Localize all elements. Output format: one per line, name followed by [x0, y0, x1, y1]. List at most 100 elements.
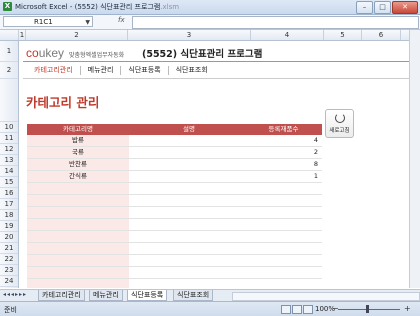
cell-product-count[interactable]: [249, 267, 322, 278]
tab-menu[interactable]: 메뉴관리: [89, 290, 123, 301]
table-row: 국류 2: [27, 147, 322, 159]
row-header[interactable]: 24: [0, 276, 18, 287]
tab-view[interactable]: 식단표조회: [173, 290, 214, 301]
row-header[interactable]: 19: [0, 221, 18, 232]
cell-product-count[interactable]: [249, 231, 322, 242]
row-header[interactable]: 17: [0, 199, 18, 210]
menu-item-menu[interactable]: 메뉴관리: [81, 66, 122, 75]
zoom-slider-knob[interactable]: [366, 305, 369, 313]
cell-category-name[interactable]: 밥류: [27, 135, 129, 146]
row-header[interactable]: 15: [0, 177, 18, 188]
tab-navigation-icon[interactable]: ◂◂◂▸▸▸: [3, 291, 27, 298]
name-box[interactable]: R1C1 ▼: [3, 16, 93, 27]
cell-category-name[interactable]: [27, 219, 129, 230]
cell-description[interactable]: [129, 195, 249, 206]
cell-category-name[interactable]: [27, 267, 129, 278]
table-header: 카테고리명 설명 등록재품수: [27, 124, 322, 135]
cell-category-name[interactable]: [27, 279, 129, 288]
menu-item-view[interactable]: 식단표조회: [169, 66, 215, 75]
cell-description[interactable]: [129, 243, 249, 254]
cell-category-name[interactable]: [27, 231, 129, 242]
column-header[interactable]: 5: [324, 30, 362, 40]
cell-product-count[interactable]: [249, 183, 322, 194]
cell-description[interactable]: [129, 159, 249, 170]
cell-product-count[interactable]: 8: [249, 159, 322, 170]
column-header[interactable]: 1: [19, 30, 26, 40]
maximize-button[interactable]: □: [374, 1, 391, 14]
cell-description[interactable]: [129, 255, 249, 266]
cell-product-count[interactable]: [249, 207, 322, 218]
column-header[interactable]: 6: [362, 30, 401, 40]
cell-product-count[interactable]: 4: [249, 135, 322, 146]
table-row: [27, 279, 322, 288]
row-header[interactable]: 11: [0, 133, 18, 144]
row-header[interactable]: 14: [0, 166, 18, 177]
divider: [23, 78, 409, 79]
cell-description[interactable]: [129, 267, 249, 278]
minimize-button[interactable]: –: [356, 1, 373, 14]
select-all-corner[interactable]: [0, 30, 19, 40]
refresh-button[interactable]: 새로고침: [325, 109, 354, 138]
row-header[interactable]: 18: [0, 210, 18, 221]
row-header[interactable]: 16: [0, 188, 18, 199]
cell-category-name[interactable]: [27, 183, 129, 194]
cell-product-count[interactable]: [249, 255, 322, 266]
normal-view-icon[interactable]: [281, 305, 291, 314]
cell-description[interactable]: [129, 279, 249, 288]
fx-icon[interactable]: fx: [118, 16, 125, 24]
cell-product-count[interactable]: 1: [249, 171, 322, 182]
menu-item-register[interactable]: 식단표등록: [121, 66, 169, 75]
cell-category-name[interactable]: [27, 243, 129, 254]
refresh-label: 새로고침: [329, 128, 350, 134]
cell-description[interactable]: [129, 147, 249, 158]
column-header[interactable]: 2: [26, 30, 128, 40]
chevron-down-icon[interactable]: ▼: [85, 17, 90, 28]
table-row: [27, 267, 322, 279]
row-header[interactable]: 20: [0, 232, 18, 243]
page-break-icon[interactable]: [303, 305, 313, 314]
row-header[interactable]: 1: [0, 41, 18, 62]
row-header[interactable]: [0, 79, 18, 122]
table-row: [27, 255, 322, 267]
cell-category-name[interactable]: 국류: [27, 147, 129, 158]
cell-description[interactable]: [129, 207, 249, 218]
cell-product-count[interactable]: [249, 219, 322, 230]
cell-description[interactable]: [129, 219, 249, 230]
zoom-in-icon[interactable]: +: [404, 304, 411, 313]
header-description: 설명: [183, 125, 195, 133]
horizontal-scrollbar[interactable]: [232, 292, 420, 301]
cell-product-count[interactable]: [249, 195, 322, 206]
vertical-scrollbar[interactable]: [409, 30, 420, 288]
column-header[interactable]: 4: [251, 30, 324, 40]
cell-category-name[interactable]: 반찬류: [27, 159, 129, 170]
row-header[interactable]: 21: [0, 243, 18, 254]
app-title: (5552) 식단표관리 프로그램: [142, 49, 263, 60]
row-header[interactable]: 12: [0, 144, 18, 155]
row-header[interactable]: 22: [0, 254, 18, 265]
cell-product-count[interactable]: [249, 279, 322, 288]
table-row: 밥류 4: [27, 135, 322, 147]
tab-category[interactable]: 카테고리관리: [38, 290, 85, 301]
row-header[interactable]: 23: [0, 265, 18, 276]
header-product-count: 등록재품수: [268, 125, 299, 133]
cell-product-count[interactable]: 2: [249, 147, 322, 158]
formula-input[interactable]: [132, 16, 419, 29]
zoom-slider[interactable]: [338, 309, 400, 310]
row-header[interactable]: 13: [0, 155, 18, 166]
cell-category-name[interactable]: [27, 255, 129, 266]
cell-category-name[interactable]: [27, 207, 129, 218]
cell-category-name[interactable]: [27, 195, 129, 206]
cell-description[interactable]: [129, 183, 249, 194]
cell-category-name[interactable]: 간식류: [27, 171, 129, 182]
row-header[interactable]: 10: [0, 122, 18, 133]
cell-product-count[interactable]: [249, 243, 322, 254]
cell-description[interactable]: [129, 231, 249, 242]
row-header[interactable]: 2: [0, 62, 18, 79]
column-header[interactable]: 3: [128, 30, 251, 40]
menu-item-category[interactable]: 카테고리관리: [27, 66, 81, 75]
cell-description[interactable]: [129, 135, 249, 146]
tab-register[interactable]: 식단표등록: [127, 290, 168, 301]
close-button[interactable]: ✕: [392, 1, 418, 14]
cell-description[interactable]: [129, 171, 249, 182]
page-layout-icon[interactable]: [292, 305, 302, 314]
